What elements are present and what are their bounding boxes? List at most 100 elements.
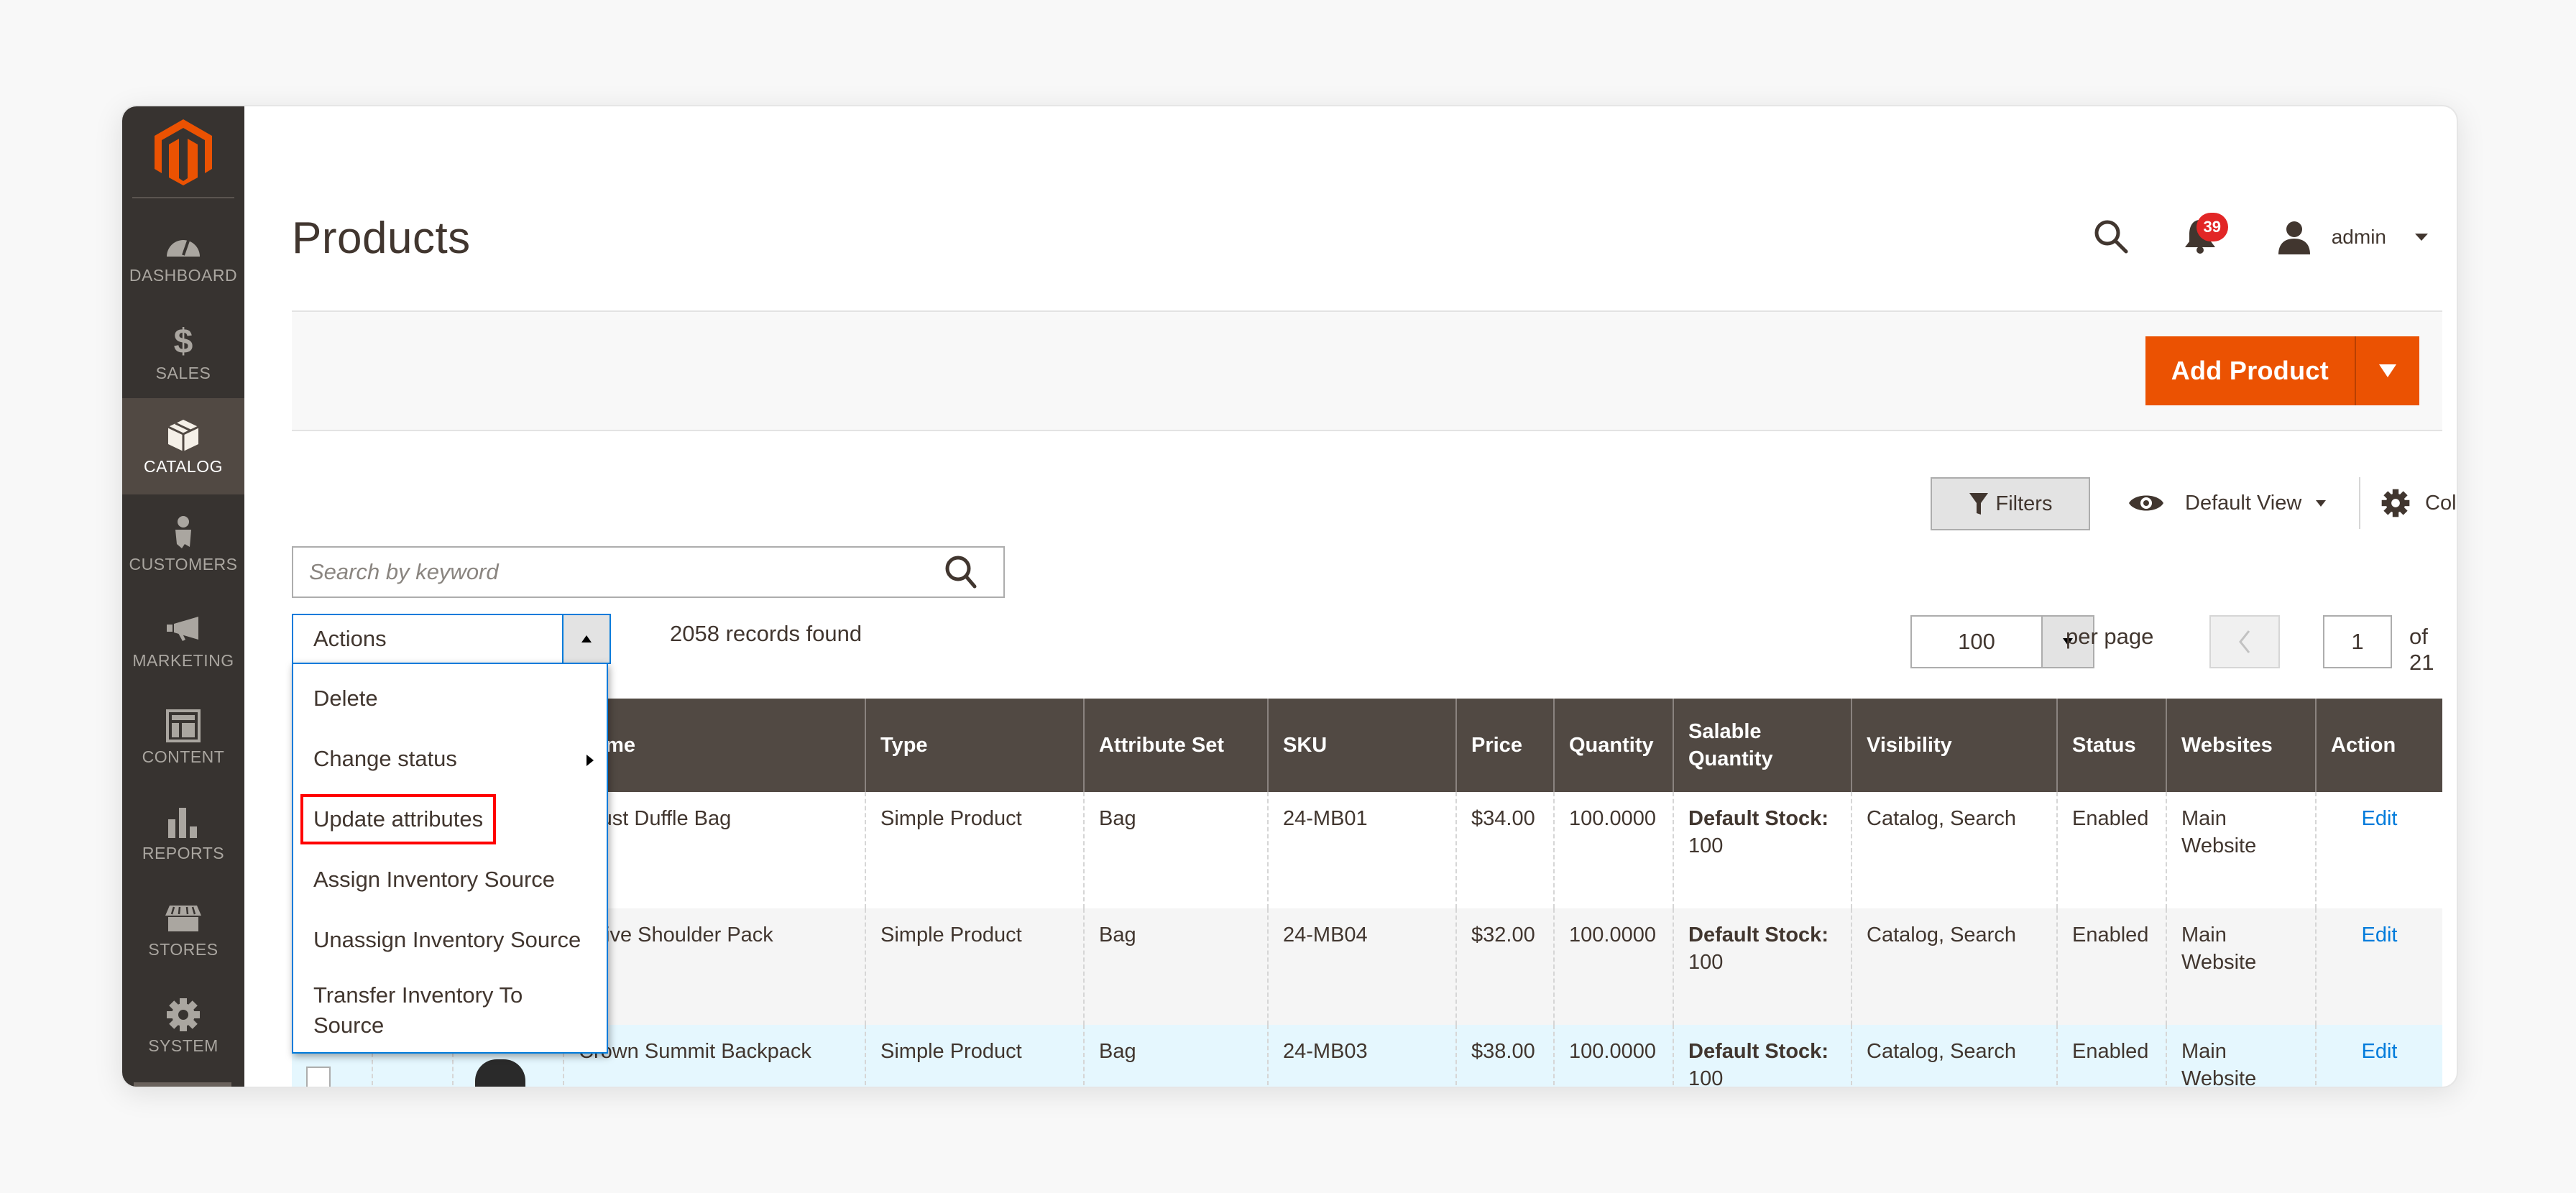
edit-link[interactable]: Edit <box>2362 1040 2398 1063</box>
sidebar-item-reports[interactable]: REPORTS <box>122 785 244 881</box>
col-status[interactable]: Status <box>2056 699 2166 792</box>
type-cell: Simple Product <box>865 792 1084 908</box>
sidebar-label: CONTENT <box>142 747 225 766</box>
user-icon <box>2278 221 2310 254</box>
box-icon <box>163 417 203 454</box>
per-page-value: 100 <box>1958 629 1995 654</box>
menu-item-label: Change status <box>313 746 457 771</box>
default-view-dropdown[interactable]: Default View <box>2128 480 2327 526</box>
visibility-cell: Catalog, Search <box>1851 792 2057 908</box>
current-page-input[interactable]: 1 <box>2323 615 2392 668</box>
col-attribute-set[interactable]: Attribute Set <box>1083 699 1268 792</box>
attribute-set-cell: Bag <box>1083 792 1268 908</box>
per-page-label: per page <box>2066 624 2154 649</box>
price-cell: $34.00 <box>1455 792 1554 908</box>
sidebar-label: SALES <box>155 363 211 382</box>
menu-item-assign-inventory-source[interactable]: Assign Inventory Source <box>293 849 607 910</box>
notifications-button[interactable]: 39 <box>2182 213 2228 257</box>
table-row[interactable]: Joust Duffle Bag Simple Product Bag 24-M… <box>292 792 2442 908</box>
keyword-search <box>292 546 1005 598</box>
table-row[interactable]: Strive Shoulder Pack Simple Product Bag … <box>292 908 2442 1025</box>
edit-link[interactable]: Edit <box>2362 923 2398 946</box>
sidebar-item-customers[interactable]: CUSTOMERS <box>122 496 244 592</box>
col-price[interactable]: Price <box>1455 699 1554 792</box>
menu-item-change-status[interactable]: Change status <box>293 729 607 789</box>
sidebar-item-marketing[interactable]: MARKETING <box>122 592 244 688</box>
eye-icon <box>2129 495 2163 511</box>
price-cell: $38.00 <box>1455 1025 1554 1087</box>
app-window: DASHBOARD $ SALES CATALOG CUSTOMERS MARK… <box>121 105 2458 1088</box>
sidebar-item-catalog[interactable]: CATALOG <box>122 398 244 494</box>
mass-actions-menu: Delete Change status Update attributes A… <box>292 663 608 1054</box>
sidebar-label: CATALOG <box>144 456 223 476</box>
type-cell: Simple Product <box>865 1025 1084 1087</box>
search-icon[interactable] <box>940 551 983 594</box>
menu-item-transfer-inventory[interactable]: Transfer Inventory To Source <box>293 970 607 1045</box>
col-quantity[interactable]: Quantity <box>1553 699 1673 792</box>
header-actions: 39 admin <box>2092 213 2428 259</box>
col-visibility[interactable]: Visibility <box>1851 699 2057 792</box>
chevron-down-icon <box>2379 364 2396 377</box>
col-websites[interactable]: Websites <box>2166 699 2316 792</box>
sidebar-label: STORES <box>148 939 218 959</box>
stock-value: 100 <box>1688 951 1724 974</box>
status-cell: Enabled <box>2056 908 2166 1025</box>
sidebar-item-stores[interactable]: STORES <box>122 881 244 977</box>
sidebar-item-system[interactable]: SYSTEM <box>122 977 244 1074</box>
sidebar-item-sales[interactable]: $ SALES <box>122 305 244 401</box>
layout-icon <box>163 707 203 745</box>
salable-quantity-cell: Default Stock: 100 <box>1673 1025 1852 1087</box>
col-type[interactable]: Type <box>865 699 1084 792</box>
magento-logo-icon[interactable] <box>142 116 224 188</box>
quantity-cell: 100.0000 <box>1553 792 1673 908</box>
status-cell: Enabled <box>2056 792 2166 908</box>
records-count: 2058 records found <box>670 621 862 646</box>
mass-actions-dropdown[interactable]: Actions <box>292 614 611 664</box>
chevron-up-icon <box>581 635 592 642</box>
stock-name: Default Stock <box>1688 807 1822 830</box>
sku-cell: 24-MB03 <box>1267 1025 1456 1087</box>
add-product-toggle[interactable] <box>2355 336 2419 405</box>
actions-toggle[interactable] <box>562 615 610 663</box>
product-thumbnail[interactable] <box>475 1059 525 1087</box>
menu-item-label: Update attributes <box>300 794 497 844</box>
add-product-button[interactable]: Add Product <box>2145 336 2355 405</box>
grid-header-row: Name Type Attribute Set SKU Price Quanti… <box>292 699 2442 792</box>
menu-item-label: Transfer Inventory To Source <box>313 982 523 1038</box>
keyword-search-input[interactable] <box>293 558 940 586</box>
toolbar-divider <box>2359 477 2360 529</box>
notifications-badge: 39 <box>2196 213 2228 241</box>
col-sku[interactable]: SKU <box>1267 699 1456 792</box>
menu-item-unassign-inventory-source[interactable]: Unassign Inventory Source <box>293 910 607 970</box>
menu-item-label: Assign Inventory Source <box>313 867 556 892</box>
gear-icon <box>2381 489 2410 517</box>
sidebar-label: DASHBOARD <box>129 265 238 285</box>
admin-sidebar: DASHBOARD $ SALES CATALOG CUSTOMERS MARK… <box>122 106 244 1087</box>
edit-link[interactable]: Edit <box>2362 807 2398 830</box>
columns-dropdown[interactable]: Columns <box>2380 480 2457 526</box>
salable-quantity-cell: Default Stock: 100 <box>1673 792 1852 908</box>
page-title: Products <box>292 213 471 263</box>
sidebar-item-dashboard[interactable]: DASHBOARD <box>122 207 244 303</box>
menu-item-update-attributes[interactable]: Update attributes <box>293 789 607 849</box>
global-search-icon[interactable] <box>2092 217 2132 257</box>
view-label: Default View <box>2185 491 2302 515</box>
user-menu[interactable]: admin <box>2277 220 2428 254</box>
previous-page-button[interactable] <box>2209 615 2280 668</box>
sidebar-label: CUSTOMERS <box>129 554 238 574</box>
table-row[interactable]: Crown Summit Backpack Simple Product Bag… <box>292 1025 2442 1087</box>
person-icon <box>163 515 203 552</box>
menu-item-delete[interactable]: Delete <box>293 668 607 729</box>
row-checkbox[interactable] <box>306 1067 331 1087</box>
menu-item-label: Delete <box>313 686 378 711</box>
action-cell: Edit <box>2315 792 2442 908</box>
total-pages-label: of 21 <box>2409 624 2434 675</box>
stock-value: 100 <box>1688 834 1724 857</box>
sidebar-item-content[interactable]: CONTENT <box>122 688 244 785</box>
filters-button[interactable]: Filters <box>1931 477 2090 530</box>
chevron-left-icon <box>2239 630 2250 653</box>
col-name[interactable]: Name <box>563 699 865 792</box>
sku-cell: 24-MB01 <box>1267 792 1456 908</box>
sidebar-label: SYSTEM <box>148 1036 218 1055</box>
menu-item-label: Unassign Inventory Source <box>313 927 581 952</box>
